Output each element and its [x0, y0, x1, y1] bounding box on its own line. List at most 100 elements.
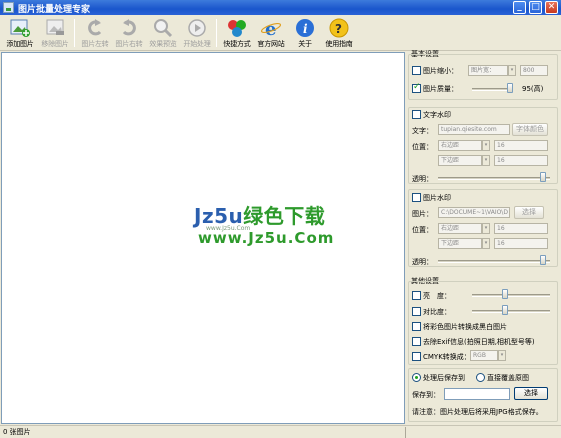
user-guide-label: 使用指南 [325, 40, 353, 48]
remove-exif-checkbox[interactable] [412, 337, 421, 346]
rotate-right-button[interactable]: 图片右转 [110, 17, 148, 50]
shortcut-label: 快捷方式 [223, 40, 251, 48]
text-opacity-thumb[interactable] [540, 172, 546, 182]
cmyk-select[interactable]: RGB [470, 350, 498, 361]
image-opacity-thumb[interactable] [540, 255, 546, 265]
image-label: 图片： [412, 210, 433, 218]
watermark-image-path[interactable]: C:\DOCUME~1\VAIO\D [438, 207, 510, 218]
minimize-button[interactable]: _ [513, 1, 526, 14]
app-icon [3, 2, 14, 13]
remove-exif-label: 去除Exif信息(拍照日期,相机型号等) [423, 338, 535, 346]
image-list-area[interactable]: Jz5u绿色下载 www.Jz5u.Com www.Jz5u.Com [1, 52, 405, 424]
shortcut-icon [226, 18, 248, 38]
image-bottom-margin-dropdown[interactable]: ▾ [482, 238, 490, 249]
about-label: 关于 [298, 40, 312, 48]
right-margin-value[interactable]: 16 [494, 140, 548, 151]
image-bottom-margin-value[interactable]: 16 [494, 238, 548, 249]
help-icon: ? [328, 18, 350, 38]
status-bar: 0 张图片 [0, 425, 561, 438]
resize-width-field[interactable]: 图片宽： [468, 65, 508, 76]
start-process-label: 开始处理 [183, 40, 211, 48]
remove-image-icon [44, 18, 66, 38]
toolbar-separator [216, 19, 217, 47]
resize-spinner[interactable]: ▾ [508, 65, 516, 76]
status-divider [405, 427, 406, 438]
toolbar-separator [74, 19, 75, 47]
title-bar: 图片批量处理专家 _ □ ✕ [0, 0, 561, 15]
jpg-note: 请注意：图片处理后将采用JPG格式保存。 [412, 408, 543, 416]
bottom-margin-value[interactable]: 16 [494, 155, 548, 166]
add-image-button[interactable]: 添加图片 [1, 17, 39, 50]
resize-checkbox[interactable] [412, 66, 421, 75]
image-right-margin-dropdown[interactable]: ▾ [482, 223, 490, 234]
add-image-icon [9, 18, 31, 38]
shortcut-button[interactable]: 快捷方式 [218, 17, 256, 50]
cmyk-label: CMYK转换成： [423, 353, 471, 361]
rotate-left-icon [84, 18, 106, 38]
rotate-left-label: 图片左转 [81, 40, 109, 48]
contrast-slider[interactable] [472, 310, 550, 313]
svg-text:e: e [265, 19, 276, 38]
watermark-url: www.Jz5u.Com [198, 229, 335, 247]
save-path-input[interactable] [444, 388, 510, 400]
ie-icon: e [260, 18, 282, 40]
about-button[interactable]: i 关于 [286, 17, 324, 50]
watermark-text-input[interactable]: tupian.qiesite.com [438, 124, 510, 135]
choose-image-button[interactable]: 选择 [514, 206, 544, 219]
font-color-button[interactable]: 字体颜色 [512, 123, 548, 136]
image-opacity-slider[interactable] [438, 260, 550, 263]
opacity-label: 透明： [412, 175, 433, 183]
official-site-button[interactable]: e 官方网站 [252, 17, 290, 50]
position-label: 位置： [412, 143, 433, 151]
settings-panel: 基本设置 图片缩小： 图片宽： ▾ 800 图片质量： 95(高) 文字水印 文… [408, 45, 558, 425]
quality-slider-thumb[interactable] [507, 83, 513, 93]
close-button[interactable]: ✕ [545, 1, 558, 14]
brightness-checkbox[interactable] [412, 291, 421, 300]
quality-label: 图片质量： [423, 85, 458, 93]
grayscale-label: 将彩色图片转换成黑白图片 [423, 323, 507, 331]
image-right-margin-value[interactable]: 16 [494, 223, 548, 234]
contrast-thumb[interactable] [502, 305, 508, 315]
grayscale-checkbox[interactable] [412, 322, 421, 331]
preview-label: 效果预览 [149, 40, 177, 48]
brightness-slider[interactable] [472, 294, 550, 297]
rotate-left-button[interactable]: 图片左转 [76, 17, 114, 50]
quality-value: 95(高) [522, 85, 544, 93]
cmyk-dropdown[interactable]: ▾ [498, 350, 506, 361]
save-to-radio-label: 处理后保存到 [423, 374, 465, 382]
save-path-choose-button[interactable]: 选择 [514, 387, 548, 400]
contrast-checkbox[interactable] [412, 307, 421, 316]
text-watermark-checkbox[interactable] [412, 110, 421, 119]
brightness-thumb[interactable] [502, 289, 508, 299]
quality-checkbox[interactable] [412, 82, 421, 93]
bottom-margin-dropdown[interactable]: ▾ [482, 155, 490, 166]
save-to-radio[interactable] [412, 373, 421, 382]
preview-button[interactable]: 效果预览 [144, 17, 182, 50]
resize-label: 图片缩小： [423, 67, 458, 75]
save-path-label: 保存到： [412, 391, 440, 399]
user-guide-button[interactable]: ? 使用指南 [320, 17, 358, 50]
right-margin-label[interactable]: 右边距 [438, 140, 482, 151]
svg-text:i: i [303, 22, 308, 36]
bottom-margin-label[interactable]: 下边距 [438, 155, 482, 166]
remove-image-button[interactable]: 移除图片 [36, 17, 74, 50]
brightness-label: 亮 度： [423, 292, 451, 300]
info-icon: i [294, 18, 316, 38]
resize-width-value[interactable]: 800 [520, 65, 548, 76]
maximize-button[interactable]: □ [529, 1, 542, 14]
image-bottom-margin-label[interactable]: 下边距 [438, 238, 482, 249]
start-process-button[interactable]: 开始处理 [178, 17, 216, 50]
official-site-label: 官方网站 [257, 40, 285, 48]
right-margin-dropdown[interactable]: ▾ [482, 140, 490, 151]
text-watermark-title: 文字水印 [423, 111, 451, 119]
svg-text:?: ? [335, 22, 342, 36]
overwrite-radio[interactable] [476, 373, 485, 382]
quality-slider-track[interactable] [472, 88, 512, 91]
image-watermark-checkbox[interactable] [412, 193, 421, 202]
overwrite-radio-label: 直接覆盖原图 [487, 374, 529, 382]
text-opacity-slider[interactable] [438, 177, 550, 180]
text-label: 文字： [412, 127, 433, 135]
image-right-margin-label[interactable]: 右边距 [438, 223, 482, 234]
magnifier-icon [152, 18, 174, 38]
cmyk-checkbox[interactable] [412, 352, 421, 361]
